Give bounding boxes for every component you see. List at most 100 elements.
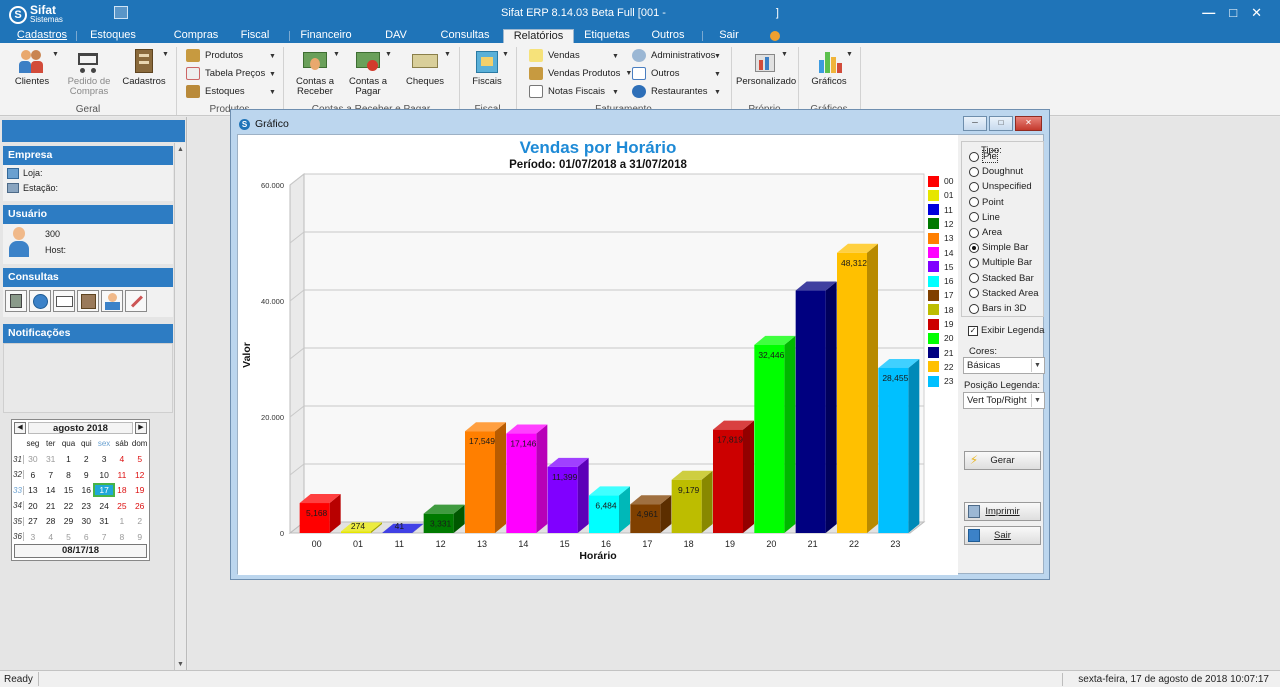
calendar-day[interactable]: 11 — [113, 470, 131, 480]
tipo-radio-pie[interactable]: Pie — [969, 150, 998, 163]
calendar-day[interactable]: 7 — [42, 470, 60, 480]
tab-sair[interactable]: Sair — [716, 29, 742, 43]
calendar-next-button[interactable]: ▶ — [135, 422, 147, 434]
gerar-button[interactable]: ⚡ Gerar — [964, 451, 1041, 470]
calendar-day[interactable]: 4 — [113, 454, 131, 464]
calendar-day[interactable]: 17 — [93, 483, 115, 498]
outros-menu[interactable]: Outros — [632, 65, 680, 82]
tab-etiquetas[interactable]: Etiquetas — [582, 29, 632, 43]
scroll-up-icon[interactable]: ▲ — [177, 146, 184, 153]
pedido-compras-button[interactable]: Pedido de Compras — [66, 48, 112, 97]
tipo-radio-line[interactable]: Line — [969, 211, 1000, 224]
contas-receber-button[interactable]: Contas a Receber — [291, 48, 339, 97]
notas-fiscais-menu[interactable]: Notas Fiscais — [529, 83, 605, 100]
contacts-icon[interactable] — [77, 290, 99, 312]
calendar-day[interactable]: 1 — [113, 516, 131, 526]
tab-fiscal[interactable]: Fiscal — [236, 29, 274, 43]
calendar-day[interactable]: 5 — [131, 454, 149, 464]
calendar-day[interactable]: 6 — [24, 470, 42, 480]
administrativos-menu[interactable]: Administrativos — [632, 47, 715, 64]
tools-icon[interactable] — [125, 290, 147, 312]
calendar-day[interactable]: 8 — [60, 470, 78, 480]
calendar-day[interactable]: 29 — [60, 516, 78, 526]
tab-outros[interactable]: Outros — [648, 29, 688, 43]
calendar-day[interactable]: 4 — [42, 532, 60, 542]
cadastros-button[interactable]: Cadastros — [122, 48, 166, 87]
vendas-produtos-menu[interactable]: Vendas Produtos ▼ — [529, 65, 632, 82]
calendar-day[interactable]: 2 — [77, 454, 95, 464]
tipo-radio-stacked-area[interactable]: Stacked Area — [969, 287, 1039, 300]
calendar-day[interactable]: 2 — [131, 516, 149, 526]
calendar-day[interactable]: 3 — [24, 532, 42, 542]
grafico-minimize-button[interactable]: ─ — [963, 116, 987, 131]
calendar-day[interactable]: 3 — [95, 454, 113, 464]
user-search-icon[interactable] — [101, 290, 123, 312]
sair-button[interactable]: Sair — [964, 526, 1041, 545]
tab-cadastros[interactable]: Cadastros — [14, 29, 70, 43]
calendar-day[interactable]: 30 — [24, 454, 42, 464]
tabela-precos-menu[interactable]: Tabela Preços — [186, 65, 265, 82]
calendar-day[interactable]: 1 — [60, 454, 78, 464]
tipo-radio-doughnut[interactable]: Doughnut — [969, 165, 1023, 178]
calendar-day[interactable]: 21 — [42, 501, 60, 511]
restore-icon[interactable]: □ — [1229, 5, 1237, 21]
calendar-day[interactable]: 9 — [77, 470, 95, 480]
calendar-day[interactable]: 26 — [131, 501, 149, 511]
estoques-menu[interactable]: Estoques — [186, 83, 245, 100]
tab-financeiro[interactable]: Financeiro — [298, 29, 354, 43]
globe-icon[interactable] — [29, 290, 51, 312]
calendar-day[interactable]: 20 — [24, 501, 42, 511]
mail-icon[interactable] — [53, 290, 75, 312]
calendar-day[interactable]: 28 — [42, 516, 60, 526]
exibir-legenda-checkbox[interactable]: ✓ Exibir Legenda — [968, 325, 1044, 336]
tab-estoques[interactable]: Estoques — [86, 29, 140, 43]
calendar-day[interactable]: 31 — [95, 516, 113, 526]
vendas-menu[interactable]: Vendas — [529, 47, 580, 64]
tab-compras[interactable]: Compras — [172, 29, 220, 43]
imprimir-button[interactable]: Imprimir — [964, 502, 1041, 521]
calendar-day[interactable]: 30 — [77, 516, 95, 526]
tipo-radio-multiple-bar[interactable]: Multiple Bar — [969, 256, 1032, 269]
scroll-down-icon[interactable]: ▼ — [177, 661, 184, 668]
tab-extra-icon[interactable] — [766, 29, 784, 43]
tipo-radio-area[interactable]: Area — [969, 226, 1002, 239]
tipo-radio-simple-bar[interactable]: Simple Bar — [969, 241, 1028, 254]
tipo-radio-bars-in-3d[interactable]: Bars in 3D — [969, 302, 1026, 315]
calendar-day[interactable]: 16 — [77, 485, 95, 495]
calendar-day[interactable]: 9 — [131, 532, 149, 542]
calendar-day[interactable]: 5 — [60, 532, 78, 542]
cheques-button[interactable]: Cheques — [402, 48, 448, 87]
calendar-day[interactable]: 27 — [24, 516, 42, 526]
tipo-radio-unspecified[interactable]: Unspecified — [969, 180, 1032, 193]
clientes-button[interactable]: Clientes — [12, 48, 52, 87]
produtos-menu[interactable]: Produtos — [186, 47, 243, 64]
restaurantes-menu[interactable]: Restaurantes — [632, 83, 708, 100]
calendar-day[interactable]: 22 — [60, 501, 78, 511]
calendar-day[interactable]: 14 — [42, 485, 60, 495]
calendar-day[interactable]: 23 — [77, 501, 95, 511]
grafico-close-button[interactable]: ✕ — [1015, 116, 1042, 131]
left-panel-scrollbar[interactable]: ▲ ▼ — [174, 143, 186, 670]
tab-relatorios[interactable]: Relatórios — [503, 29, 574, 43]
calendar-day[interactable]: 10 — [95, 470, 113, 480]
calendar-day[interactable]: 25 — [113, 501, 131, 511]
close-icon[interactable]: ✕ — [1251, 5, 1262, 21]
calendar-day[interactable]: 6 — [77, 532, 95, 542]
tipo-radio-point[interactable]: Point — [969, 196, 1004, 209]
grafico-maximize-button[interactable]: □ — [989, 116, 1013, 131]
tab-dav[interactable]: DAV — [380, 29, 412, 43]
calendar-day[interactable]: 19 — [131, 485, 149, 495]
tipo-radio-stacked-bar[interactable]: Stacked Bar — [969, 272, 1034, 285]
calendar-day[interactable]: 8 — [113, 532, 131, 542]
minimize-icon[interactable]: — — [1202, 5, 1215, 21]
calculator-icon[interactable] — [5, 290, 27, 312]
calendar-day[interactable]: 15 — [60, 485, 78, 495]
calendar-day[interactable]: 13 — [24, 485, 42, 495]
calendar-prev-button[interactable]: ◀ — [14, 422, 26, 434]
calendar-selected-date[interactable]: 08/17/18 — [14, 544, 147, 558]
calendar-day[interactable]: 18 — [113, 485, 131, 495]
calendar-day[interactable]: 7 — [95, 532, 113, 542]
posicao-legenda-select[interactable]: Vert Top/Right ▼ — [963, 392, 1045, 409]
tab-consultas[interactable]: Consultas — [438, 29, 492, 43]
calendar-day[interactable]: 31 — [42, 454, 60, 464]
